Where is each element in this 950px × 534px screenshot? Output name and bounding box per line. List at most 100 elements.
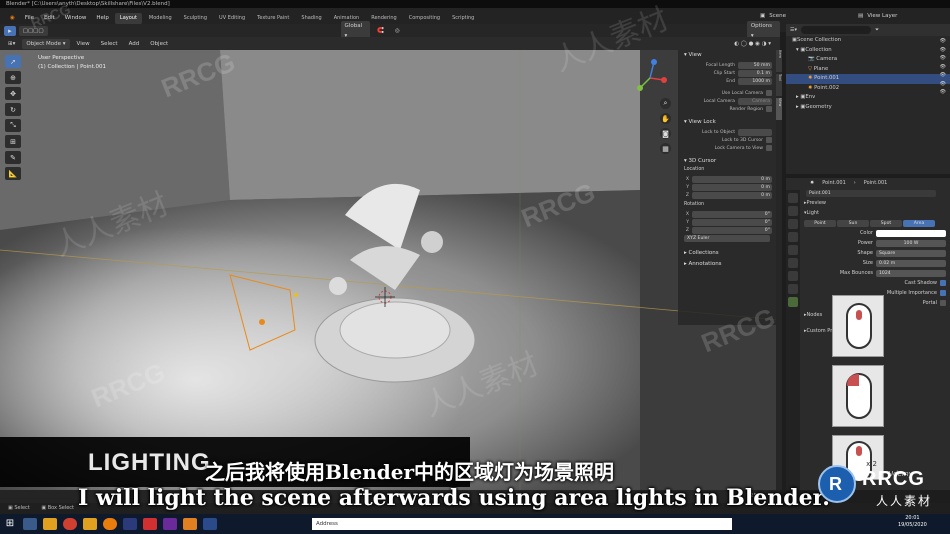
pan-hand-icon[interactable]: ✋	[660, 113, 671, 124]
taskbar-app-icon[interactable]	[143, 518, 157, 530]
camera-view-icon[interactable]: ◙	[660, 128, 671, 139]
transform-tool-icon[interactable]: ⊞	[5, 135, 21, 148]
tab-layout[interactable]: Layout	[114, 12, 142, 24]
menu-help[interactable]: Help	[92, 12, 113, 24]
outliner-item-plane[interactable]: ▽ Plane	[786, 65, 950, 75]
tab-sculpting[interactable]: Sculpting	[179, 13, 212, 24]
annotate-tool-icon[interactable]: ✎	[5, 151, 21, 164]
rotate-tool-icon[interactable]: ↻	[5, 103, 21, 116]
tab-tool[interactable]: Tool	[776, 74, 782, 96]
light-type-sun[interactable]: Sun	[837, 219, 869, 227]
eye-icon[interactable]: 👁	[940, 81, 946, 87]
size-field[interactable]: 0.02 m	[876, 259, 946, 267]
view-layer-selector[interactable]: ▤ View Layer	[858, 13, 897, 19]
scale-tool-icon[interactable]: ⤡	[5, 119, 21, 132]
menu-add[interactable]: Add	[125, 39, 144, 49]
light-type-area[interactable]: Area	[903, 219, 935, 227]
outliner-search-input[interactable]	[801, 26, 871, 34]
view-lock-header[interactable]: ▾ View Lock	[678, 117, 776, 128]
eye-icon[interactable]: 👁	[940, 72, 946, 78]
render-tab-icon[interactable]	[788, 206, 798, 216]
outliner-item-camera[interactable]: 📷 Camera	[786, 55, 950, 65]
output-tab-icon[interactable]	[788, 219, 798, 229]
measure-tool-icon[interactable]: 📐	[5, 167, 21, 180]
tab-modeling[interactable]: Modeling	[144, 13, 177, 24]
use-local-camera-checkbox[interactable]	[766, 90, 772, 96]
scene-selector[interactable]: ▣ Scene	[760, 13, 786, 19]
taskbar-folder-icon[interactable]	[43, 518, 57, 530]
taskbar-explorer-icon[interactable]	[23, 518, 37, 530]
taskbar-blender-icon[interactable]	[103, 518, 117, 530]
object-tab-icon[interactable]	[788, 271, 798, 281]
tab-uv-editing[interactable]: UV Editing	[214, 13, 250, 24]
zoom-icon[interactable]: ⌕	[660, 98, 671, 109]
lock-camera-checkbox[interactable]	[766, 145, 772, 151]
taskbar-after-effects-icon[interactable]	[163, 518, 177, 530]
snap-icon[interactable]: 🧲	[373, 26, 388, 36]
cursor-tool-icon[interactable]: ⊕	[5, 71, 21, 84]
taskbar-premiere-icon[interactable]	[123, 518, 137, 530]
outliner-item-collection[interactable]: ▾ ▣ Collection	[786, 46, 950, 56]
tool-tab-icon[interactable]	[788, 193, 798, 203]
viewport-shading-icons[interactable]: ◐ ◯ ● ◉ ◑ ▾	[730, 39, 775, 49]
tab-texture-paint[interactable]: Texture Paint	[252, 13, 294, 24]
tab-scripting[interactable]: Scripting	[447, 13, 479, 24]
world-tab-icon[interactable]	[788, 258, 798, 268]
render-region-checkbox[interactable]	[766, 106, 772, 112]
proportional-edit-icon[interactable]: ◎	[391, 26, 404, 36]
multiple-importance-checkbox[interactable]	[940, 290, 946, 296]
eye-icon[interactable]: 👁	[940, 55, 946, 61]
outliner-item-env[interactable]: ▸ ▣ Env	[786, 93, 950, 103]
3d-viewport[interactable]: User Perspective (1) Collection | Point.…	[0, 50, 780, 490]
tab-item[interactable]: Item	[776, 50, 782, 72]
clip-end-field[interactable]: 1000 m	[738, 77, 772, 85]
collections-header[interactable]: ▸ Collections	[678, 248, 776, 259]
system-clock[interactable]: 20:01 19/05/2020	[898, 515, 927, 529]
physics-tab-icon[interactable]	[788, 284, 798, 294]
shape-dropdown[interactable]: Square	[876, 249, 946, 257]
blender-logo-icon[interactable]: ◉	[6, 12, 19, 24]
view-layer-tab-icon[interactable]	[788, 232, 798, 242]
outliner-item-geometry[interactable]: ▸ ▣ Geometry	[786, 103, 950, 113]
scene-tab-icon[interactable]	[788, 245, 798, 255]
tab-compositing[interactable]: Compositing	[404, 13, 445, 24]
outliner-scene-collection[interactable]: ▣ Scene Collection	[786, 36, 950, 46]
power-field[interactable]: 100 W	[876, 239, 946, 247]
clip-start-field[interactable]: 0.1 m	[738, 69, 772, 77]
3d-cursor-header[interactable]: ▾ 3D Cursor	[678, 156, 776, 167]
select-box-icon[interactable]: ▸	[4, 25, 16, 36]
taskbar-illustrator-icon[interactable]	[183, 518, 197, 530]
preview-header[interactable]: ▸ Preview	[786, 198, 950, 208]
move-tool-icon[interactable]: ✥	[5, 87, 21, 100]
view-section-header[interactable]: ▾ View	[678, 50, 776, 61]
menu-view[interactable]: View	[73, 39, 94, 49]
portal-checkbox[interactable]	[940, 300, 946, 306]
filter-icon[interactable]: ⏷	[875, 27, 879, 33]
max-bounces-field[interactable]: 1024	[876, 269, 946, 277]
editor-type-icon[interactable]: ⊞▾	[4, 39, 19, 49]
tab-rendering[interactable]: Rendering	[366, 13, 402, 24]
outliner-display-icon[interactable]: ☰▾	[790, 27, 797, 33]
navigation-gizmo[interactable]	[630, 58, 670, 98]
light-header[interactable]: ▾ Light	[786, 208, 950, 218]
grid-view-icon[interactable]: ▦	[660, 143, 671, 154]
menu-select[interactable]: Select	[97, 39, 122, 49]
cast-shadow-checkbox[interactable]	[940, 280, 946, 286]
eye-icon[interactable]: 👁	[940, 38, 946, 44]
lock-to-object-field[interactable]	[738, 128, 772, 136]
light-type-point[interactable]: Point	[804, 219, 836, 227]
taskbar-files-icon[interactable]	[83, 518, 97, 530]
outliner-item-point-002[interactable]: ✸ Point.002	[786, 84, 950, 94]
tab-shading[interactable]: Shading	[296, 13, 326, 24]
outliner-item-point-001[interactable]: ✸ Point.001	[786, 74, 950, 84]
taskbar-photoshop-icon[interactable]	[203, 518, 217, 530]
annotations-header[interactable]: ▸ Annotations	[678, 259, 776, 270]
address-toolbar[interactable]: Address	[312, 518, 732, 530]
lock-3d-cursor-checkbox[interactable]	[766, 137, 772, 143]
eye-icon[interactable]: 👁	[940, 64, 946, 70]
eye-icon[interactable]: 👁	[940, 89, 946, 95]
focal-length-field[interactable]: 50 mm	[738, 61, 772, 69]
light-type-spot[interactable]: Spot	[870, 219, 902, 227]
menu-object[interactable]: Object	[146, 39, 172, 49]
local-camera-field[interactable]: Camera	[738, 97, 772, 105]
